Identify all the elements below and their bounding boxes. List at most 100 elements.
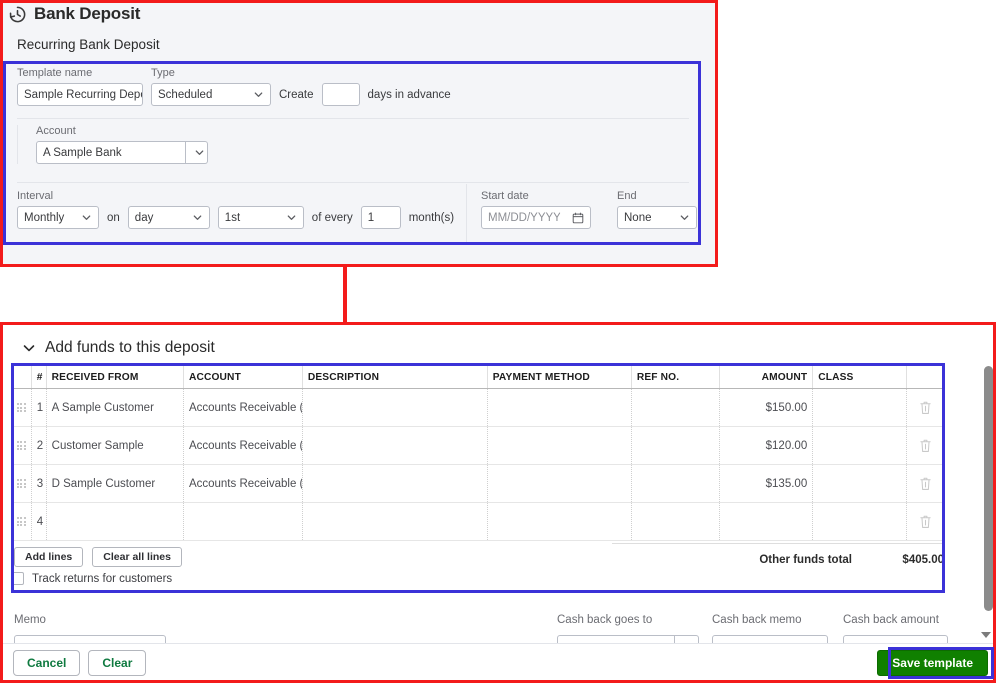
cell-payment-method[interactable] (488, 465, 632, 502)
column-header-account[interactable]: ACCOUNT (184, 366, 303, 388)
cash-back-goes-to-label: Cash back goes to (557, 614, 653, 626)
cell-class[interactable] (813, 465, 907, 502)
divider-1 (17, 118, 689, 119)
template-name-label: Template name (17, 67, 93, 79)
cell-received-from[interactable]: D Sample Customer (47, 465, 184, 502)
column-header-ref-no[interactable]: REF NO. (632, 366, 720, 388)
template-name-input[interactable]: Sample Recurring Depo (17, 83, 143, 106)
interval-daytype-select[interactable]: day (127, 206, 210, 229)
account-dropdown-button[interactable] (186, 141, 208, 164)
line-actions: Add lines Clear all lines (14, 547, 182, 567)
cell-received-from[interactable]: A Sample Customer (47, 389, 184, 426)
footer-right-buttons: Save template (877, 650, 988, 676)
cell-account[interactable] (184, 503, 303, 540)
footer-left-buttons: Cancel Clear (13, 650, 147, 676)
cell-amount[interactable]: $150.00 (720, 389, 814, 426)
other-funds-total-row: Other funds total $405.00 (612, 543, 944, 575)
cell-description[interactable] (303, 465, 488, 502)
cell-amount[interactable] (720, 503, 814, 540)
column-header-payment-method[interactable]: PAYMENT METHOD (488, 366, 632, 388)
type-label: Type (151, 67, 175, 79)
cell-class[interactable] (813, 503, 907, 540)
start-date-input[interactable]: MM/DD/YYYY (481, 206, 591, 229)
cell-amount[interactable]: $135.00 (720, 465, 814, 502)
cell-ref-no[interactable] (632, 465, 720, 502)
row-drag-handle-icon[interactable] (12, 465, 32, 502)
calendar-icon (572, 212, 584, 223)
clear-all-lines-button[interactable]: Clear all lines (92, 547, 182, 567)
cancel-button[interactable]: Cancel (13, 650, 81, 676)
template-name-field: Template name Sample Recurring Depo (17, 67, 143, 106)
create-prefix-label: Create (279, 89, 314, 101)
column-header-class[interactable]: CLASS (813, 366, 907, 388)
type-select-value: Scheduled (158, 88, 213, 101)
add-funds-panel: Add funds to this deposit # RECEIVED FRO… (0, 325, 999, 684)
end-select[interactable]: None (617, 206, 697, 229)
column-header-amount[interactable]: AMOUNT (720, 366, 814, 388)
cell-account[interactable]: Accounts Receivable (A/R (184, 465, 303, 502)
interval-ofevery-label: of every (311, 211, 353, 224)
table-body: 1A Sample CustomerAccounts Receivable (A… (12, 389, 944, 541)
cell-class[interactable] (813, 427, 907, 464)
table-row[interactable]: 2Customer SampleAccounts Receivable (A/R… (12, 427, 944, 465)
cell-payment-method[interactable] (488, 503, 632, 540)
delete-row-button[interactable] (907, 465, 944, 502)
delete-row-button[interactable] (907, 427, 944, 464)
cell-ref-no[interactable] (632, 389, 720, 426)
clear-button[interactable]: Clear (88, 650, 147, 676)
cell-amount[interactable]: $120.00 (720, 427, 814, 464)
recurring-clock-icon (9, 6, 26, 22)
table-row[interactable]: 4 (12, 503, 944, 541)
column-header-received-from[interactable]: RECEIVED FROM (47, 366, 184, 388)
cell-payment-method[interactable] (488, 427, 632, 464)
cell-received-from[interactable]: Customer Sample (47, 427, 184, 464)
row-drag-handle-icon[interactable] (12, 427, 32, 464)
other-funds-total-label: Other funds total (759, 553, 852, 566)
create-suffix-label: days in advance (367, 89, 451, 101)
footer-action-bar: Cancel Clear Save template (3, 643, 996, 681)
cell-description[interactable] (303, 503, 488, 540)
interval-frequency-select[interactable]: Monthly (17, 206, 99, 229)
add-funds-section-header[interactable]: Add funds to this deposit (22, 339, 215, 357)
cell-account[interactable]: Accounts Receivable (A/R (184, 389, 303, 426)
end-label: End (617, 190, 637, 202)
cell-class[interactable] (813, 389, 907, 426)
cell-received-from[interactable] (47, 503, 184, 540)
chevron-down-icon (82, 215, 91, 220)
row-drag-handle-icon[interactable] (12, 389, 32, 426)
account-input[interactable]: A Sample Bank (36, 141, 186, 164)
table-row[interactable]: 3D Sample CustomerAccounts Receivable (A… (12, 465, 944, 503)
cell-description[interactable] (303, 427, 488, 464)
divider-vertical (466, 184, 467, 242)
track-returns-row[interactable]: Track returns for customers (11, 572, 172, 585)
cell-account[interactable]: Accounts Receivable (A/R (184, 427, 303, 464)
delete-row-button[interactable] (907, 389, 944, 426)
template-settings-box: Template name Sample Recurring Depo Type… (3, 62, 700, 244)
start-date-placeholder: MM/DD/YYYY (488, 211, 561, 224)
delete-row-button[interactable] (907, 503, 944, 540)
interval-ordinal-select[interactable]: 1st (217, 206, 304, 229)
track-returns-checkbox[interactable] (11, 572, 24, 585)
row-drag-handle-icon[interactable] (12, 503, 32, 540)
cell-description[interactable] (303, 389, 488, 426)
cell-ref-no[interactable] (632, 503, 720, 540)
type-select[interactable]: Scheduled (151, 83, 271, 106)
end-field: End None (617, 190, 697, 229)
row-number: 1 (32, 389, 47, 426)
cell-payment-method[interactable] (488, 389, 632, 426)
create-days-input[interactable] (321, 83, 360, 106)
column-header-delete (907, 366, 944, 388)
chevron-down-icon (193, 215, 202, 220)
cell-ref-no[interactable] (632, 427, 720, 464)
table-row[interactable]: 1A Sample CustomerAccounts Receivable (A… (12, 389, 944, 427)
interval-label: Interval (17, 190, 54, 202)
interval-every-count-input[interactable]: 1 (360, 206, 401, 229)
column-header-description[interactable]: DESCRIPTION (303, 366, 488, 388)
page-scrollbar-thumb[interactable] (984, 366, 993, 611)
trash-icon (920, 401, 931, 414)
add-lines-button[interactable]: Add lines (14, 547, 84, 567)
table-header-row: # RECEIVED FROM ACCOUNT DESCRIPTION PAYM… (12, 366, 944, 389)
page-title: Bank Deposit (34, 4, 141, 23)
save-template-button[interactable]: Save template (877, 650, 988, 676)
scroll-down-caret-icon[interactable] (981, 632, 991, 638)
